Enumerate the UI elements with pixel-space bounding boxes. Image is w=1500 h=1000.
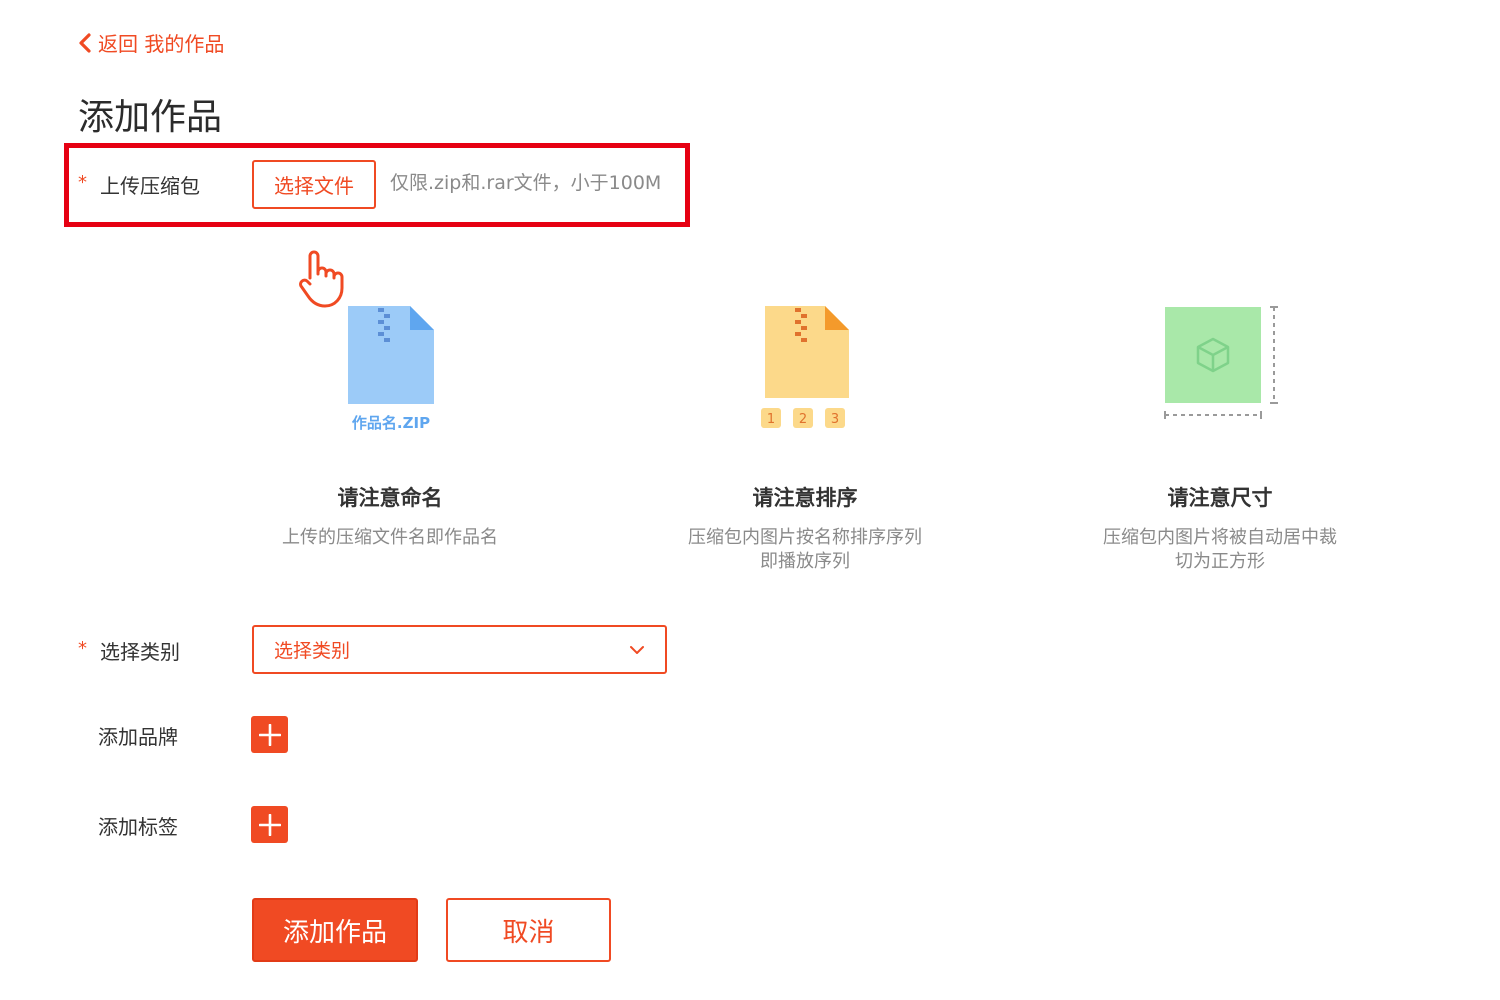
upload-hint: 仅限.zip和.rar文件，小于100M xyxy=(390,172,662,194)
tip-card-size: 请注意尺寸 压缩包内图片将被自动居中裁 切为正方形 xyxy=(1040,300,1400,572)
category-select[interactable]: 选择类别 xyxy=(252,625,667,674)
add-work-page: 返回 我的作品 添加作品 * 上传压缩包 选择文件 仅限.zip和.rar文件，… xyxy=(0,0,1500,1000)
upload-label: 上传压缩包 xyxy=(100,173,200,198)
tag-label: 添加标签 xyxy=(98,814,178,839)
tip-description: 压缩包内图片按名称排序序列 即播放序列 xyxy=(625,526,985,574)
submit-work-button[interactable]: 添加作品 xyxy=(252,898,418,962)
category-select-value: 选择类别 xyxy=(274,640,351,662)
choose-file-button[interactable]: 选择文件 xyxy=(252,160,376,209)
tip-title: 请注意尺寸 xyxy=(1167,486,1273,510)
add-tag-button[interactable] xyxy=(251,806,288,843)
add-brand-button[interactable] xyxy=(251,716,288,753)
tip-desc-line: 上传的压缩文件名即作品名 xyxy=(282,527,498,548)
page-title: 添加作品 xyxy=(78,97,223,138)
zip-file-caption: 作品名.ZIP xyxy=(352,414,430,432)
tip-desc-line: 即播放序列 xyxy=(760,551,850,572)
back-link-label: 返回 我的作品 xyxy=(98,32,225,56)
tip-description: 上传的压缩文件名即作品名 xyxy=(210,526,570,550)
zip-file-icon: 作品名.ZIP xyxy=(348,306,434,432)
chevron-down-icon xyxy=(630,645,644,654)
cancel-button[interactable]: 取消 xyxy=(446,898,611,962)
tip-desc-line: 切为正方形 xyxy=(1175,551,1265,572)
chevron-left-icon xyxy=(79,32,91,53)
ordered-zip-icon: 1 2 3 xyxy=(761,306,849,428)
tip-title: 请注意排序 xyxy=(752,486,858,510)
tip-description: 压缩包内图片将被自动居中裁 切为正方形 xyxy=(1040,526,1400,574)
required-mark: * xyxy=(78,172,87,193)
back-link[interactable]: 返回 我的作品 xyxy=(78,28,224,57)
required-mark: * xyxy=(78,638,87,659)
order-label: 1 xyxy=(767,412,775,427)
order-label: 2 xyxy=(799,412,807,427)
tip-title: 请注意命名 xyxy=(337,486,443,510)
tip-card-naming: 作品名.ZIP 请注意命名 上传的压缩文件名即作品名 xyxy=(210,300,570,548)
brand-label: 添加品牌 xyxy=(98,724,178,749)
tip-desc-line: 压缩包内图片将被自动居中裁 xyxy=(1103,527,1337,548)
category-label: 选择类别 xyxy=(100,639,180,664)
plus-icon xyxy=(258,813,281,836)
tip-card-ordering: 1 2 3 请注意排序 压缩包内图片按名称排序序列 即播放序列 xyxy=(625,300,985,572)
order-label: 3 xyxy=(831,412,839,427)
tip-desc-line: 压缩包内图片按名称排序序列 xyxy=(688,527,922,548)
plus-icon xyxy=(258,723,281,746)
square-crop-icon xyxy=(1164,306,1278,419)
